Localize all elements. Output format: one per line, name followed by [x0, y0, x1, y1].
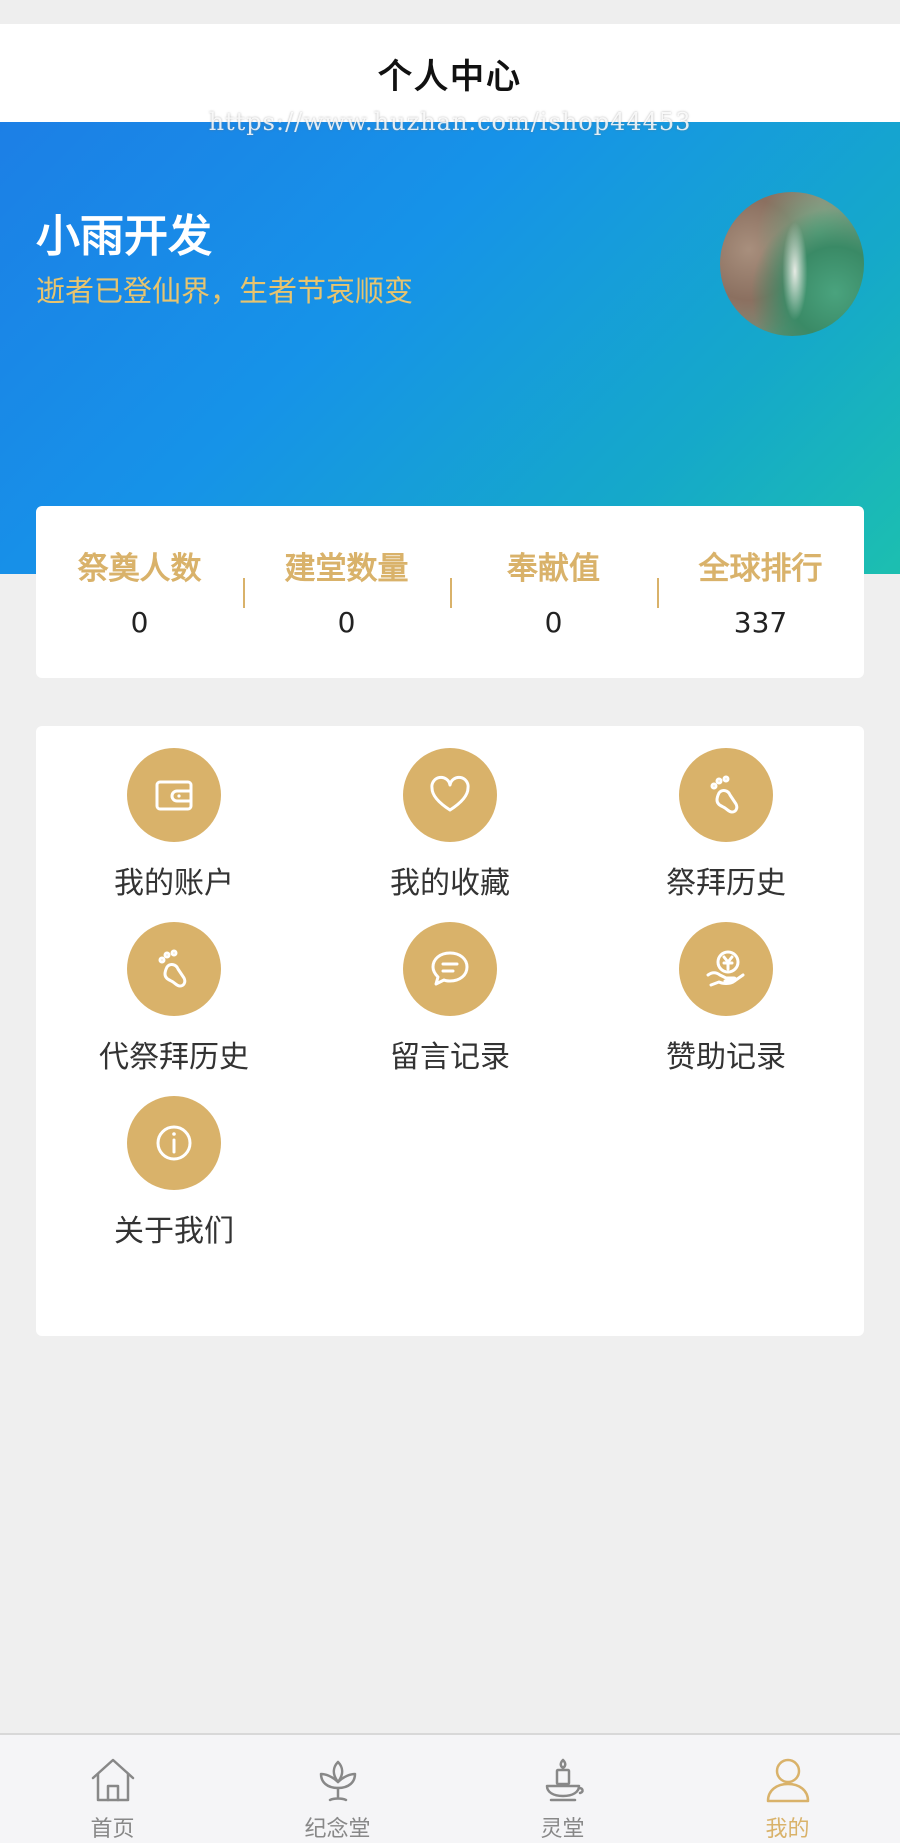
username: 小雨开发 [36, 211, 212, 262]
avatar[interactable] [720, 192, 864, 336]
footprint-icon [158, 949, 187, 988]
tab-home[interactable]: 首页 [0, 1735, 225, 1843]
menu-label: 留言记录 [390, 1040, 510, 1075]
menu-label: 我的账户 [114, 866, 234, 901]
stat-value: 337 [733, 606, 788, 639]
stat-label: 奉献值 [507, 551, 600, 587]
menu-label: 赞助记录 [666, 1040, 786, 1075]
stat-divider [450, 578, 452, 608]
wallet-icon [155, 780, 193, 811]
menu-label: 我的收藏 [390, 866, 510, 901]
menu-icon-circle [403, 748, 497, 842]
menu-item-proxy-worship-history[interactable]: 代祭拜历史 [36, 922, 312, 1076]
user-icon [760, 1753, 816, 1807]
menu-item-about-us[interactable]: 关于我们 [36, 1096, 312, 1250]
menu-item-sponsor-records[interactable]: 赞助记录 [588, 922, 864, 1076]
watermark-text: https://www.huzhan.com/ishop44453 [208, 108, 692, 136]
menu-icon-circle [679, 922, 773, 1016]
candle-icon [535, 1753, 591, 1807]
footprint-icon [710, 775, 739, 814]
stat-global-rank[interactable]: 全球排行 337 [657, 506, 864, 678]
tab-label: 首页 [90, 1817, 135, 1842]
stat-value: 0 [130, 606, 149, 639]
page-title: 个人中心 [378, 56, 522, 97]
tab-mourning-hall[interactable]: 灵堂 [450, 1735, 675, 1843]
menu-icon-circle [127, 1096, 221, 1190]
menu-item-worship-history[interactable]: 祭拜历史 [588, 748, 864, 902]
info-icon [156, 1125, 192, 1161]
menu-item-message-records[interactable]: 留言记录 [312, 922, 588, 1076]
tab-label: 我的 [765, 1817, 810, 1842]
stat-divider [657, 578, 659, 608]
heart-icon [430, 775, 470, 812]
menu-label: 祭拜历史 [666, 866, 786, 901]
menu-label: 代祭拜历史 [99, 1040, 249, 1075]
menu-icon-circle [679, 748, 773, 842]
home-icon [85, 1753, 141, 1807]
stat-halls[interactable]: 建堂数量 0 [243, 506, 450, 678]
stat-contribution[interactable]: 奉献值 0 [450, 506, 657, 678]
menu-icon-circle [127, 922, 221, 1016]
message-icon [431, 951, 469, 986]
tab-label: 纪念堂 [304, 1817, 371, 1842]
bottom-tabbar: 首页 纪念堂 灵堂 我的 [0, 1733, 900, 1843]
tab-label: 灵堂 [540, 1817, 585, 1842]
menu-label: 关于我们 [114, 1214, 234, 1249]
stat-value: 0 [337, 606, 356, 639]
menu-card: 我的账户 我的收藏 祭拜历史 代祭拜历史 留言记录 赞助记录 关于我们 [36, 726, 864, 1336]
menu-item-favorites[interactable]: 我的收藏 [312, 748, 588, 902]
sponsor-icon [706, 950, 745, 987]
stat-value: 0 [544, 606, 563, 639]
status-strip [0, 0, 900, 24]
menu-icon-circle [403, 922, 497, 1016]
profile-motto: 逝者已登仙界，生者节哀顺变 [36, 274, 414, 308]
stat-divider [243, 578, 245, 608]
tab-mine[interactable]: 我的 [675, 1735, 900, 1843]
tab-memorial-hall[interactable]: 纪念堂 [225, 1735, 450, 1843]
menu-item-my-account[interactable]: 我的账户 [36, 748, 312, 902]
lotus-icon [310, 1753, 366, 1807]
stat-mourners[interactable]: 祭奠人数 0 [36, 506, 243, 678]
stat-label: 建堂数量 [284, 551, 409, 587]
menu-icon-circle [127, 748, 221, 842]
stat-label: 祭奠人数 [77, 551, 202, 587]
stats-card: 祭奠人数 0 建堂数量 0 奉献值 0 全球排行 337 [36, 506, 864, 678]
stat-label: 全球排行 [698, 551, 823, 587]
